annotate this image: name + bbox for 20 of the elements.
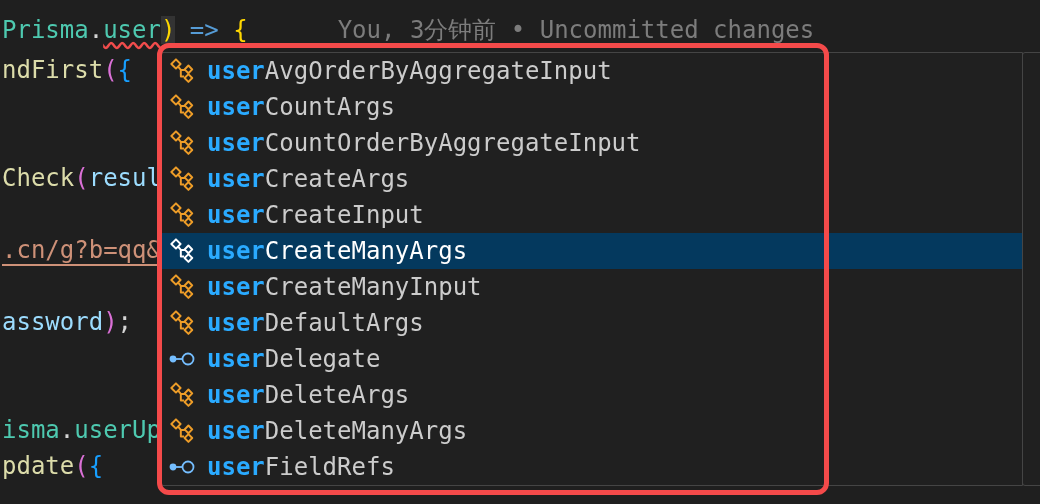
suggestion-item[interactable]: userFieldRefs — [161, 449, 1022, 485]
code-line: Prisma.user) => { — [2, 16, 248, 44]
code-line: isma.userUp — [2, 416, 161, 444]
suggestion-item[interactable]: userDeleteManyArgs — [161, 413, 1022, 449]
code-line: Check(resul — [2, 164, 161, 192]
suggestion-item[interactable]: userDefaultArgs — [161, 305, 1022, 341]
code-line: pdate({ — [2, 452, 104, 480]
suggestion-item[interactable]: userCountOrderByAggregateInput — [161, 125, 1022, 161]
code-line: ndFirst({ — [2, 56, 133, 84]
suggestion-item[interactable]: userCreateInput — [161, 197, 1022, 233]
suggestion-item[interactable]: userAvgOrderByAggregateInput — [161, 53, 1022, 89]
code-line: .cn/g?b=qq& — [2, 236, 161, 264]
suggestion-item[interactable]: userDeleteArgs — [161, 377, 1022, 413]
suggestion-item[interactable]: userCreateArgs — [161, 161, 1022, 197]
suggestion-item[interactable]: userCountArgs — [161, 89, 1022, 125]
suggestion-item[interactable]: userCreateManyInput — [161, 269, 1022, 305]
suggestion-item[interactable]: userCreateManyArgs — [161, 233, 1022, 269]
blame-annotation: You, 3分钟前 • Uncommitted changes — [337, 15, 815, 46]
suggestion-item[interactable]: userDelegate — [161, 341, 1022, 377]
code-line: assword); — [2, 308, 133, 336]
